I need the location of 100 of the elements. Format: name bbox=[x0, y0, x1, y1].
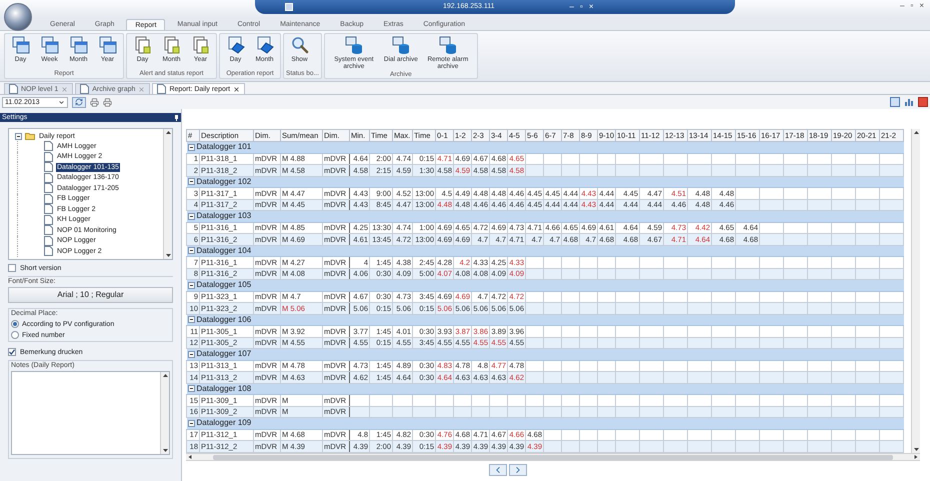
font-button[interactable]: Arial ; 10 ; Regular bbox=[8, 287, 173, 303]
table-cell bbox=[544, 302, 562, 314]
scroll-left-icon[interactable] bbox=[187, 454, 193, 460]
group-row[interactable]: Datalogger 101 bbox=[186, 142, 904, 153]
window-control[interactable]: – bbox=[570, 3, 574, 11]
table-cell bbox=[640, 372, 664, 383]
checkbox[interactable] bbox=[8, 264, 16, 272]
table-cell bbox=[508, 394, 526, 406]
pin-icon[interactable] bbox=[174, 114, 179, 120]
group-row[interactable]: Datalogger 102 bbox=[186, 176, 904, 188]
window-stack-icon bbox=[98, 36, 116, 54]
scrollbar[interactable] bbox=[160, 372, 169, 454]
window-control[interactable]: ▫ bbox=[910, 2, 914, 10]
collapse-toggle[interactable] bbox=[188, 316, 194, 324]
refresh-icon bbox=[75, 98, 83, 106]
table-cell bbox=[856, 188, 880, 199]
table-cell bbox=[784, 234, 808, 245]
scroll-up-icon[interactable] bbox=[912, 129, 920, 136]
collapse-toggle[interactable] bbox=[188, 420, 194, 427]
table-cell bbox=[856, 234, 880, 245]
next-page-button[interactable] bbox=[509, 464, 527, 476]
table-cell bbox=[808, 372, 832, 383]
table-cell bbox=[712, 372, 736, 383]
table-cell bbox=[856, 326, 880, 337]
table-cell bbox=[832, 256, 856, 268]
group-row[interactable]: Datalogger 109 bbox=[186, 418, 904, 429]
radio-button[interactable] bbox=[11, 320, 19, 328]
export-icon[interactable] bbox=[890, 97, 900, 107]
window-control[interactable]: – bbox=[900, 2, 904, 10]
table-cell bbox=[350, 394, 370, 406]
horizontal-scrollbar[interactable] bbox=[186, 453, 920, 461]
table-cell bbox=[580, 372, 598, 383]
group-row[interactable]: Datalogger 107 bbox=[186, 348, 904, 360]
table-cell bbox=[832, 188, 856, 199]
table-cell bbox=[808, 256, 832, 268]
table-cell bbox=[562, 164, 580, 176]
table-cell bbox=[784, 326, 808, 337]
document-icon bbox=[44, 162, 53, 172]
collapse-toggle[interactable] bbox=[188, 350, 194, 358]
table-cell bbox=[856, 440, 880, 452]
table-cell bbox=[760, 372, 784, 383]
document-icon bbox=[44, 141, 53, 152]
print-icon[interactable] bbox=[90, 98, 99, 106]
table-cell bbox=[664, 440, 688, 452]
print-icon[interactable] bbox=[103, 98, 112, 106]
expand-toggle[interactable] bbox=[15, 132, 22, 140]
collapse-toggle[interactable] bbox=[188, 282, 194, 289]
previous-page-button[interactable] bbox=[489, 464, 507, 476]
scroll-down-icon[interactable] bbox=[164, 252, 172, 259]
group-title: Datalogger 101 bbox=[196, 143, 252, 152]
radio-button[interactable] bbox=[11, 331, 19, 339]
group-row[interactable]: Datalogger 104 bbox=[186, 245, 904, 256]
collapse-toggle[interactable] bbox=[188, 178, 194, 186]
table-cell bbox=[736, 302, 760, 314]
scroll-up-icon[interactable] bbox=[164, 129, 172, 136]
collapse-toggle[interactable] bbox=[188, 385, 194, 392]
table-cell bbox=[562, 372, 580, 383]
table-cell bbox=[712, 164, 736, 176]
table-cell bbox=[580, 302, 598, 314]
scroll-thumb[interactable] bbox=[213, 454, 893, 460]
refresh-button[interactable] bbox=[72, 96, 86, 108]
document-icon bbox=[192, 36, 210, 54]
table-cell bbox=[712, 440, 736, 452]
table-cell bbox=[712, 326, 736, 337]
scrollbar[interactable] bbox=[163, 129, 172, 259]
table-cell bbox=[580, 326, 598, 337]
group-row[interactable]: Datalogger 103 bbox=[186, 210, 904, 222]
collapse-toggle[interactable] bbox=[188, 144, 194, 151]
group-row[interactable]: Datalogger 108 bbox=[186, 383, 904, 394]
checkbox[interactable] bbox=[8, 348, 16, 356]
window-control[interactable]: ▫ bbox=[580, 3, 583, 11]
table-cell bbox=[688, 256, 712, 268]
notes-field[interactable] bbox=[11, 371, 170, 455]
dropdown-icon bbox=[58, 98, 65, 106]
document-icon bbox=[157, 84, 166, 94]
collapse-toggle[interactable] bbox=[188, 247, 194, 254]
table-cell bbox=[598, 164, 616, 176]
table-cell bbox=[688, 440, 712, 452]
table-cell bbox=[808, 326, 832, 337]
folder-icon bbox=[25, 132, 35, 140]
table-cell bbox=[616, 164, 640, 176]
window-control[interactable]: × bbox=[919, 2, 924, 10]
document-icon bbox=[80, 84, 90, 94]
scroll-up-icon[interactable] bbox=[162, 372, 168, 379]
table-cell bbox=[580, 256, 598, 268]
table-cell bbox=[544, 394, 562, 406]
table-cell bbox=[454, 394, 472, 406]
chart-icon[interactable] bbox=[904, 97, 914, 107]
collapse-toggle[interactable] bbox=[188, 212, 194, 220]
scrollbar[interactable] bbox=[911, 129, 920, 453]
scroll-down-icon[interactable] bbox=[162, 447, 168, 454]
table-cell bbox=[616, 256, 640, 268]
table-cell bbox=[760, 188, 784, 199]
table-cell bbox=[544, 326, 562, 337]
window-control[interactable]: × bbox=[588, 3, 594, 11]
document-icon bbox=[44, 236, 53, 246]
group-row[interactable]: Datalogger 106 bbox=[186, 314, 904, 326]
close-icon[interactable] bbox=[233, 86, 240, 92]
group-row[interactable]: Datalogger 105 bbox=[186, 280, 904, 291]
table-cell bbox=[880, 256, 904, 268]
